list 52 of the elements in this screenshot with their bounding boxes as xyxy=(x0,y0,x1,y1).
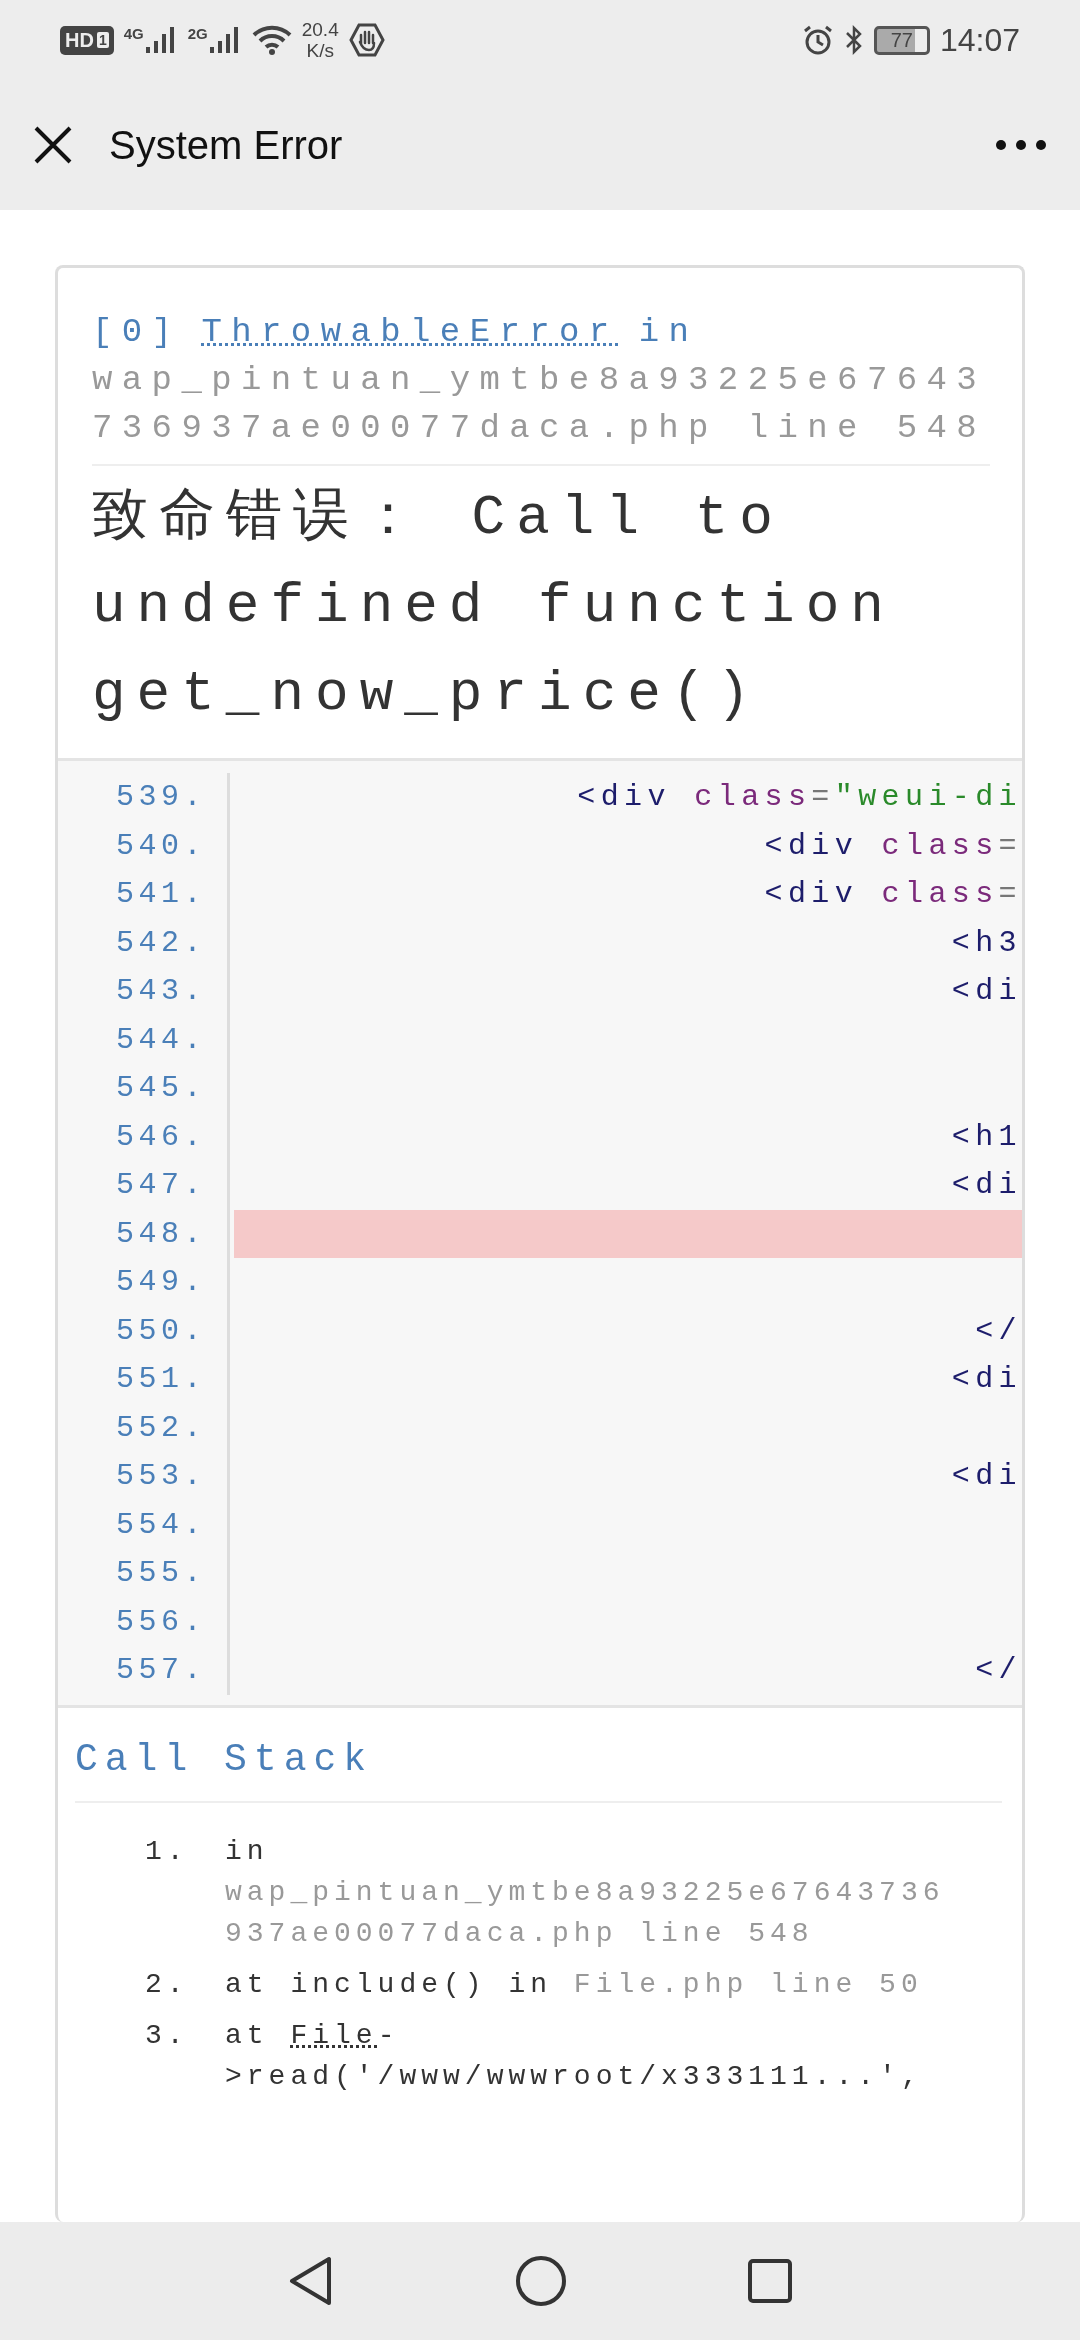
code-line: </ xyxy=(975,1312,1022,1350)
stack-frame: at include() in File.php line 50 xyxy=(225,1963,960,2005)
code-line: <h1 xyxy=(951,1118,1022,1156)
line-number: 545. xyxy=(58,1064,230,1113)
stack-frame: at File->read('/www/wwwroot/x333111...', xyxy=(225,2014,960,2097)
error-location: [0] ThrowableError in wap_pintuan_ymtbe8a93225e67643736937ae00077daca.php line 548 xyxy=(92,308,990,466)
code-line: <div class= xyxy=(764,827,1022,865)
stack-frame: in wap_pintuan_ymtbe8a93225e67643736937ae00077daca.php line 548 xyxy=(225,1830,960,1954)
code-line: <div class="weui-di xyxy=(577,779,1022,816)
code-line: <di xyxy=(951,1361,1022,1398)
code-line: <di xyxy=(951,1458,1022,1495)
more-icon[interactable] xyxy=(995,139,1047,151)
section-title: Call Stack xyxy=(75,1737,1002,1803)
line-number: 557. xyxy=(58,1646,230,1695)
line-number: 547. xyxy=(58,1161,230,1210)
line-number: 555. xyxy=(58,1549,230,1598)
home-icon[interactable] xyxy=(515,2255,567,2307)
alarm-icon xyxy=(801,24,834,56)
clock-time: 14:07 xyxy=(939,21,1020,59)
line-number: 546. xyxy=(58,1112,230,1161)
line-number: 539. xyxy=(58,773,230,822)
line-number: 544. xyxy=(58,1015,230,1064)
line-number: 549. xyxy=(58,1258,230,1307)
item-number: 2. xyxy=(145,1967,190,2002)
line-number: 542. xyxy=(58,918,230,967)
recents-icon[interactable] xyxy=(747,2258,793,2304)
item-number: 1. xyxy=(145,1834,190,1869)
line-number: 552. xyxy=(58,1403,230,1452)
code-line: <div class= xyxy=(764,876,1022,913)
wifi-icon xyxy=(251,24,292,56)
line-number: 551. xyxy=(58,1355,230,1404)
page-title: System Error xyxy=(109,122,344,168)
bluetooth-icon xyxy=(843,24,864,56)
code-line: <di xyxy=(951,973,1022,1010)
network-speed: 20.4 K/s xyxy=(301,19,339,61)
line-number: 556. xyxy=(58,1597,230,1646)
line-number: 540. xyxy=(58,821,230,870)
item-number: 3. xyxy=(145,2018,190,2053)
battery-icon: 77 xyxy=(873,25,930,55)
line-number: 543. xyxy=(58,967,230,1016)
code-line: </ xyxy=(975,1652,1022,1689)
line-number: 541. xyxy=(58,870,230,919)
line-number: 548. xyxy=(58,1209,230,1258)
error-message: 致命错误： Call to undefined function get_now_price() xyxy=(92,485,896,728)
line-number: 554. xyxy=(58,1500,230,1549)
line-number: 553. xyxy=(58,1452,230,1501)
close-icon[interactable] xyxy=(33,125,73,165)
line-number: 550. xyxy=(58,1306,230,1355)
hd-icon: HD 1 xyxy=(60,25,114,55)
hand-icon xyxy=(348,22,385,58)
code-line: <di xyxy=(951,1167,1022,1204)
code-line: <h3 xyxy=(951,924,1022,962)
